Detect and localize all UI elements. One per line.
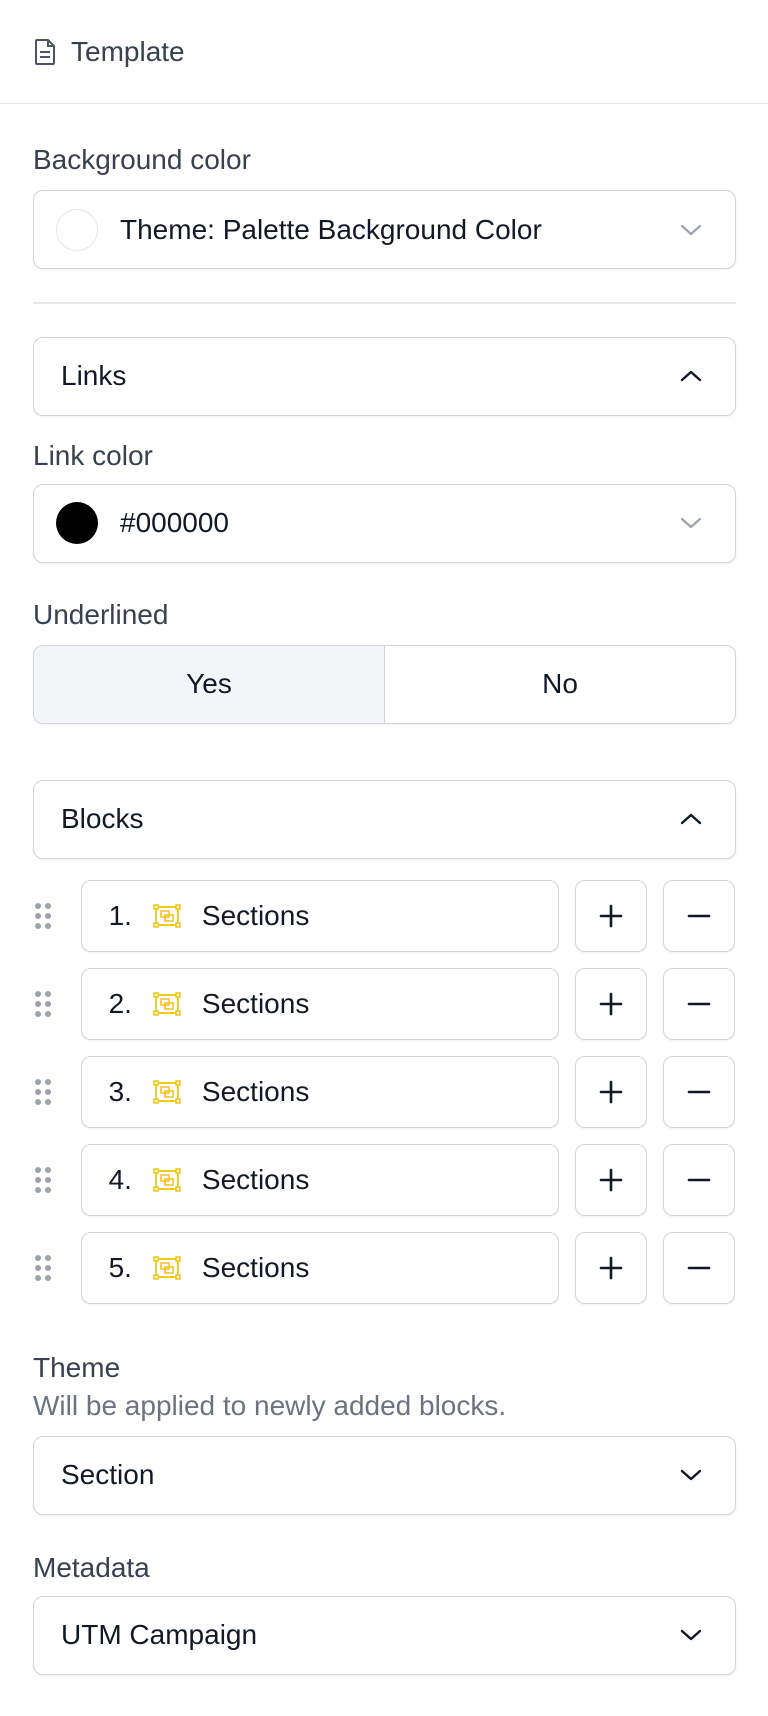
chevron-up-icon: [680, 813, 702, 825]
block-row: 5. Sections: [33, 1231, 735, 1304]
metadata-select[interactable]: UTM Campaign: [33, 1595, 736, 1675]
minus-icon: [687, 1002, 711, 1005]
plus-icon: [599, 1080, 623, 1103]
remove-block-button[interactable]: [663, 967, 735, 1040]
theme-select-value: Section: [61, 1459, 155, 1490]
background-color-swatch: [56, 208, 98, 251]
add-block-button[interactable]: [575, 1143, 648, 1216]
add-block-button[interactable]: [575, 967, 648, 1040]
panel-title: Template: [71, 35, 185, 67]
link-color-value: #000000: [120, 507, 230, 538]
link-color-select[interactable]: #000000: [33, 483, 736, 563]
block-item[interactable]: 2. Sections: [80, 967, 560, 1040]
section-block-icon: [152, 1166, 182, 1194]
link-color-label: Link color: [33, 439, 153, 471]
drag-handle-icon[interactable]: [33, 968, 81, 1040]
blocks-list: 1. Sections 2. Sections 3. Sections 4. Sections…: [33, 879, 735, 1304]
underlined-no-button[interactable]: No: [385, 646, 735, 723]
chevron-down-icon: [680, 517, 702, 529]
block-row: 2. Sections: [33, 967, 735, 1040]
minus-icon: [687, 1266, 711, 1269]
block-number: 2.: [108, 987, 132, 1019]
block-label: Sections: [201, 899, 310, 931]
remove-block-button[interactable]: [663, 1143, 735, 1216]
section-block-icon: [152, 990, 182, 1018]
theme-label: Theme: [33, 1351, 121, 1383]
links-section-title: Links: [61, 360, 127, 391]
block-number: 3.: [108, 1075, 132, 1107]
chevron-down-icon: [680, 1469, 702, 1481]
remove-block-button[interactable]: [663, 1055, 735, 1128]
block-row: 1. Sections: [33, 879, 735, 952]
underlined-toggle-group: Yes No: [33, 644, 736, 724]
drag-handle-icon[interactable]: [33, 1232, 81, 1304]
minus-icon: [687, 1178, 711, 1181]
minus-icon: [687, 914, 711, 917]
blocks-accordion-toggle[interactable]: Blocks: [33, 779, 736, 859]
block-label: Sections: [201, 1251, 310, 1283]
metadata-label: Metadata: [33, 1551, 150, 1583]
block-row: 4. Sections: [33, 1143, 735, 1216]
drag-handle-icon[interactable]: [33, 1144, 81, 1216]
underlined-label: Underlined: [33, 598, 169, 630]
remove-block-button[interactable]: [663, 879, 735, 952]
background-color-label: Background color: [33, 144, 251, 175]
metadata-select-value: UTM Campaign: [61, 1619, 258, 1650]
minus-icon: [687, 1090, 711, 1093]
template-panel: Template Background color Theme: Palette…: [0, 0, 768, 1716]
chevron-down-icon: [680, 224, 702, 235]
chevron-up-icon: [680, 370, 702, 382]
background-color-value: Theme: Palette Background Color: [120, 213, 542, 245]
document-icon: [33, 37, 59, 67]
add-block-button[interactable]: [575, 879, 648, 952]
block-row: 3. Sections: [33, 1055, 735, 1128]
plus-icon: [599, 1256, 623, 1279]
drag-handle-icon[interactable]: [33, 880, 81, 952]
chevron-down-icon: [680, 1629, 702, 1641]
theme-select[interactable]: Section: [33, 1435, 736, 1515]
blocks-section-title: Blocks: [61, 803, 144, 834]
background-color-select[interactable]: Theme: Palette Background Color: [33, 190, 736, 269]
block-number: 4.: [108, 1163, 132, 1195]
drag-handle-icon[interactable]: [33, 1056, 81, 1128]
block-label: Sections: [201, 987, 310, 1019]
block-number: 5.: [108, 1251, 132, 1283]
remove-block-button[interactable]: [663, 1231, 735, 1304]
plus-icon: [599, 904, 623, 927]
plus-icon: [599, 992, 623, 1015]
block-item[interactable]: 3. Sections: [80, 1055, 560, 1128]
block-item[interactable]: 4. Sections: [80, 1143, 560, 1216]
section-block-icon: [152, 1254, 182, 1282]
block-item[interactable]: 1. Sections: [80, 879, 560, 952]
section-block-icon: [152, 1078, 182, 1106]
block-label: Sections: [201, 1075, 310, 1107]
add-block-button[interactable]: [575, 1231, 648, 1304]
block-item[interactable]: 5. Sections: [80, 1231, 560, 1304]
panel-header: Template: [0, 0, 768, 104]
block-label: Sections: [201, 1163, 310, 1195]
block-number: 1.: [108, 899, 132, 931]
add-block-button[interactable]: [575, 1055, 648, 1128]
section-block-icon: [152, 902, 182, 930]
link-color-swatch: [56, 502, 98, 544]
links-accordion-toggle[interactable]: Links: [33, 336, 736, 416]
plus-icon: [599, 1168, 623, 1191]
underlined-yes-button[interactable]: Yes: [34, 645, 385, 723]
theme-help-text: Will be applied to newly added blocks.: [33, 1389, 507, 1421]
